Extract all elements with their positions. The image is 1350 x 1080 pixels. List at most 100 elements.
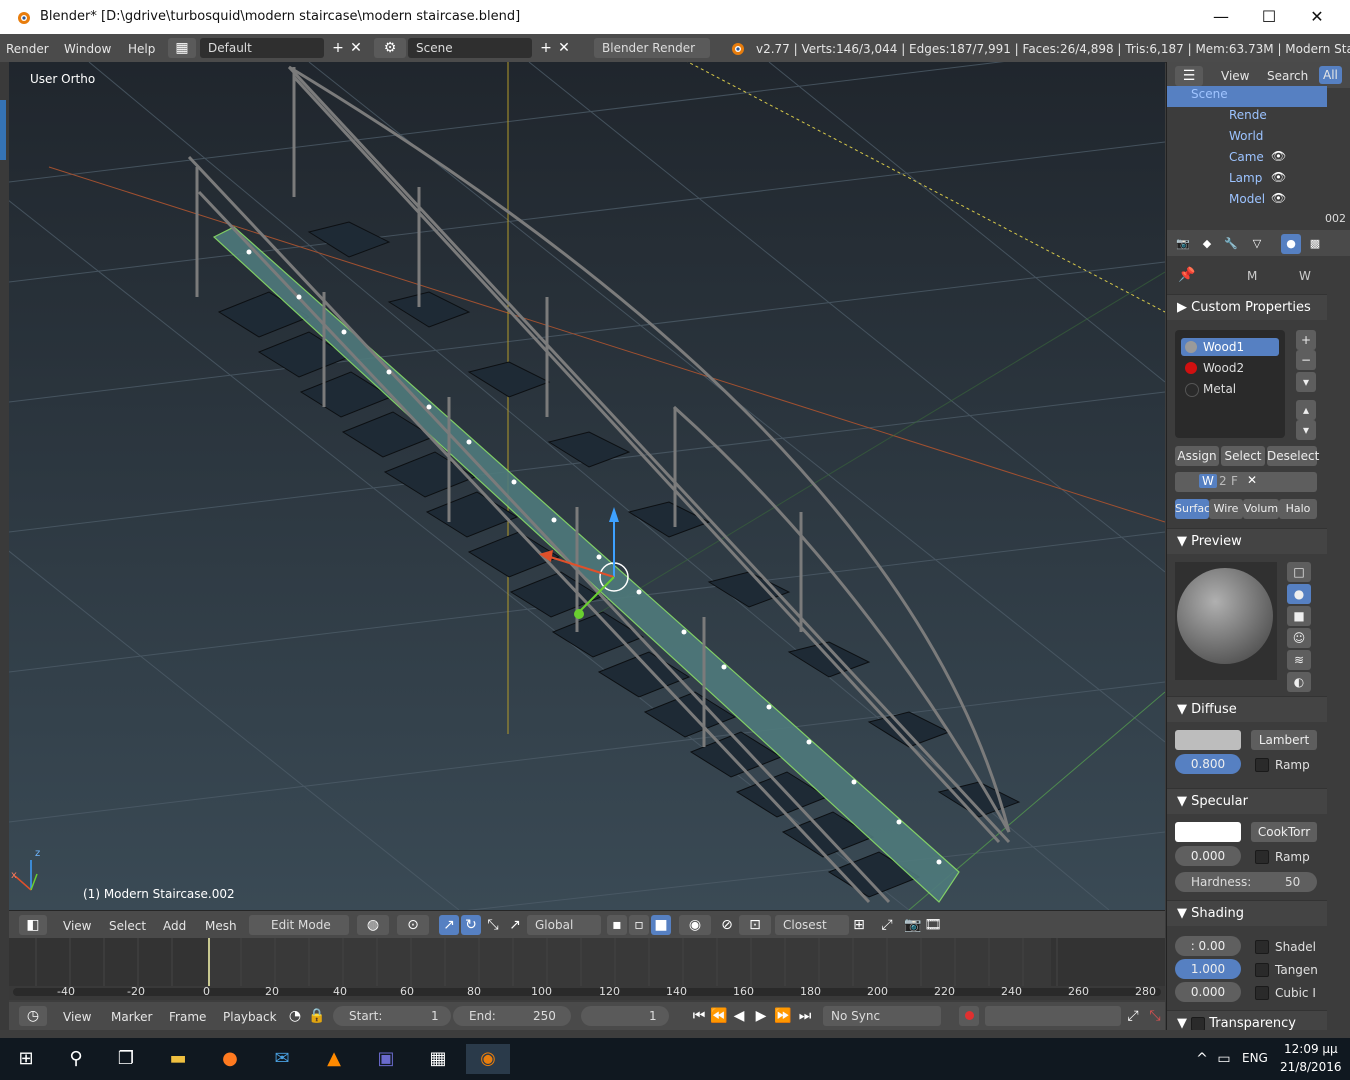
start-frame-field[interactable]: Start: 1 (333, 1006, 451, 1026)
menu-view[interactable]: View (1221, 69, 1249, 83)
app-icon[interactable]: ▣ (364, 1044, 408, 1074)
menu-view[interactable]: View (63, 1010, 91, 1024)
fake-user-toggle[interactable]: F (1231, 474, 1238, 488)
sync-mode-select[interactable]: No Sync (823, 1006, 941, 1026)
render-tab-icon[interactable]: 📷 (1173, 234, 1193, 254)
material-slot-item[interactable]: Wood1 (1181, 338, 1279, 356)
insert-keyframe-icon[interactable]: ⤢ (1123, 1006, 1143, 1026)
assign-button[interactable]: Assign (1175, 446, 1219, 466)
task-view-icon[interactable]: ❐ (104, 1044, 148, 1074)
eye-icon[interactable]: 👁 (1271, 191, 1286, 205)
scene-icon[interactable]: ⚙ (374, 38, 406, 58)
preview-cube-icon[interactable]: ■ (1287, 606, 1311, 626)
menu-window[interactable]: Window (64, 42, 111, 56)
editor-type-icon[interactable]: ☰ (1175, 66, 1203, 86)
translucency-field[interactable]: 0.000 (1175, 982, 1241, 1002)
editor-type-icon[interactable]: ◷ (19, 1006, 47, 1026)
menu-add[interactable]: Add (163, 919, 186, 933)
jump-end-icon[interactable]: ⏭ (795, 1006, 815, 1026)
3d-viewport[interactable]: User Ortho z x (1) Modern Staircase.002 (9, 62, 1165, 910)
eye-icon[interactable]: 👁 (1271, 149, 1286, 163)
keying-set-field[interactable] (985, 1006, 1121, 1026)
manipulator-rotate-icon[interactable]: ↻ (461, 915, 481, 935)
slot-menu-icon[interactable]: ▾ (1296, 372, 1316, 392)
outliner-item-scene[interactable]: Scene (1167, 86, 1327, 107)
remove-slot-icon[interactable]: − (1296, 350, 1316, 370)
pivot-icon[interactable]: ⊙ (397, 915, 429, 935)
specular-panel[interactable]: ▼ Specular (1167, 788, 1327, 814)
current-frame-field[interactable]: 1 (581, 1006, 669, 1026)
menu-playback[interactable]: Playback (223, 1010, 277, 1024)
object-tab-icon[interactable]: ◆ (1197, 234, 1217, 254)
play-reverse-icon[interactable]: ◀ (729, 1006, 749, 1026)
menu-help[interactable]: Help (128, 42, 155, 56)
preview-range-icon[interactable]: ◔ (285, 1006, 305, 1026)
shading-panel[interactable]: ▼ Shading (1167, 900, 1327, 926)
clock-date[interactable]: 21/8/2016 (1280, 1060, 1342, 1074)
tab-wire[interactable]: Wire (1209, 499, 1243, 519)
pin-icon[interactable]: 📌 (1177, 265, 1197, 285)
jump-start-icon[interactable]: ⏮ (689, 1006, 709, 1026)
menu-select[interactable]: Select (109, 919, 146, 933)
move-down-icon[interactable]: ▾ (1296, 420, 1316, 440)
outliner-item-camera[interactable]: Came 👁 (1167, 147, 1327, 168)
viewport-shading-icon[interactable]: ◍ (357, 915, 389, 935)
menu-frame[interactable]: Frame (169, 1010, 206, 1024)
render-only-icon[interactable]: ⤢ (877, 915, 897, 935)
thunderbird-icon[interactable]: ✉ (260, 1044, 304, 1074)
preview-hair-icon[interactable]: ≋ (1287, 650, 1311, 670)
opengl-render-icon[interactable]: 📷 (903, 915, 923, 935)
close-window-button[interactable]: ✕ (1294, 4, 1340, 30)
notification-icon[interactable]: ▭ (1202, 1044, 1246, 1074)
material-tab-icon[interactable]: ● (1281, 234, 1301, 254)
material-slot-item[interactable]: Wood2 (1181, 359, 1279, 377)
shadeless-checkbox[interactable] (1255, 940, 1269, 954)
preview-panel[interactable]: ▼ Preview (1167, 528, 1327, 554)
specular-color-swatch[interactable] (1175, 822, 1241, 842)
data-tab-icon[interactable]: ▽ (1247, 234, 1267, 254)
select-vertex-icon[interactable]: ▪ (607, 915, 627, 935)
tab-halo[interactable]: Halo (1279, 499, 1317, 519)
opengl-animation-icon[interactable]: 🎞 (923, 915, 943, 935)
deselect-button[interactable]: Deselect (1267, 446, 1319, 466)
scene-field[interactable]: Scene (408, 38, 532, 58)
unlink-icon[interactable]: ✕ (1247, 473, 1257, 487)
outliner-item-render[interactable]: Rende (1167, 105, 1327, 126)
modifier-tab-icon[interactable]: 🔧 (1221, 234, 1241, 254)
menu-view[interactable]: View (63, 919, 91, 933)
snap-project-icon[interactable]: ⊞ (849, 915, 869, 935)
tangent-checkbox[interactable] (1255, 963, 1269, 977)
menu-render[interactable]: Render (6, 42, 49, 56)
snap-toggle-icon[interactable]: ⊘ (717, 915, 737, 935)
prev-keyframe-icon[interactable]: ⏪ (709, 1006, 729, 1026)
vlc-icon[interactable]: ▲ (312, 1044, 356, 1074)
select-face-icon[interactable]: ■ (651, 915, 671, 935)
next-keyframe-icon[interactable]: ⏩ (773, 1006, 793, 1026)
firefox-icon[interactable]: ● (208, 1044, 252, 1074)
texture-tab-icon[interactable]: ▩ (1305, 234, 1325, 254)
manipulator-scale-icon[interactable]: ⤡ (483, 915, 503, 935)
diffuse-ramp-checkbox[interactable] (1255, 758, 1269, 772)
menu-search[interactable]: Search (1267, 69, 1308, 83)
add-scene-icon[interactable]: + (536, 38, 556, 58)
snap-element-icon[interactable]: ⊡ (739, 915, 771, 935)
lock-icon[interactable]: 🔒 (307, 1006, 327, 1026)
menu-mesh[interactable]: Mesh (205, 919, 237, 933)
remove-layout-icon[interactable]: ✕ (346, 38, 366, 58)
orientation-select[interactable]: Global (527, 915, 601, 935)
editor-type-icon[interactable]: ◧ (19, 915, 47, 935)
manipulator-toggle-icon[interactable]: ↗ (505, 915, 525, 935)
preview-flat-icon[interactable]: □ (1287, 562, 1311, 582)
transparency-checkbox[interactable] (1191, 1016, 1206, 1030)
mode-select[interactable]: Edit Mode (249, 915, 349, 935)
transparency-panel[interactable]: ▼ Transparency (1167, 1010, 1327, 1030)
add-slot-icon[interactable]: + (1296, 330, 1316, 350)
minimize-button[interactable]: — (1198, 4, 1244, 30)
outliner-item-world[interactable]: World (1167, 126, 1327, 147)
start-button-icon[interactable]: ⊞ (4, 1044, 48, 1074)
specular-ramp-checkbox[interactable] (1255, 850, 1269, 864)
eye-icon[interactable]: 👁 (1271, 170, 1286, 184)
search-icon[interactable]: ⚲ (54, 1044, 98, 1074)
ambient-field[interactable]: 1.000 (1175, 959, 1241, 979)
move-up-icon[interactable]: ▴ (1296, 400, 1316, 420)
